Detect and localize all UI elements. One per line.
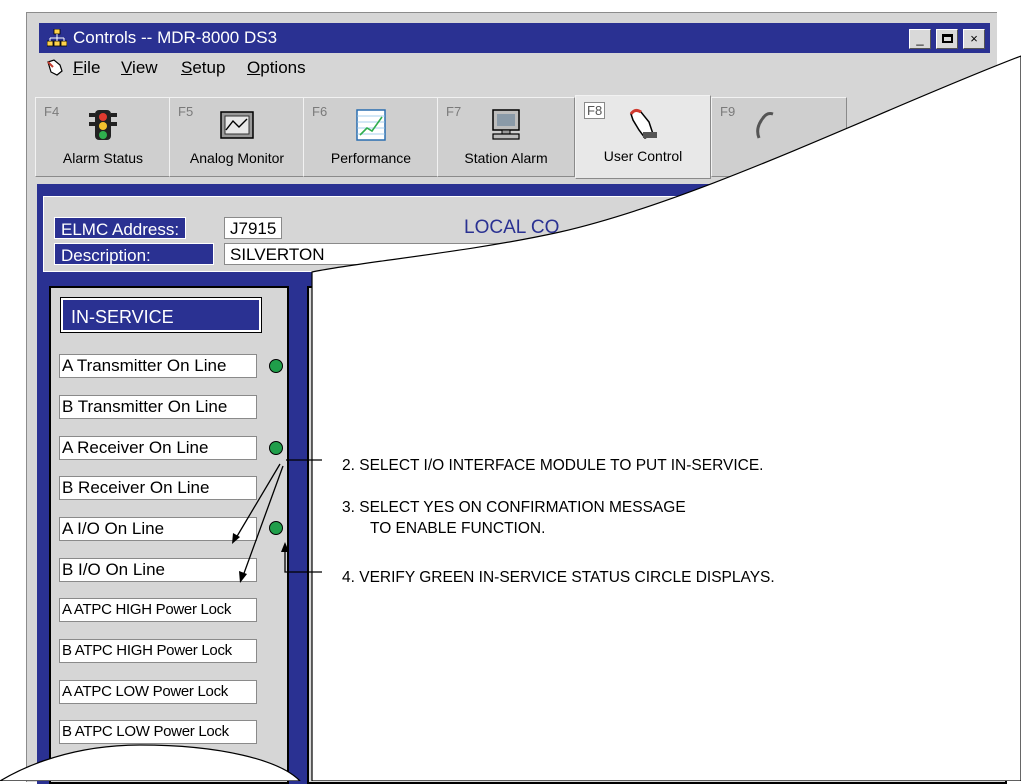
maximize-icon <box>941 34 953 43</box>
menu-options-label: ptions <box>260 58 306 77</box>
in-service-panel: IN-SERVICE A Transmitter On Line B Trans… <box>49 286 289 784</box>
function-tabs: F4 Alarm Status F5 Analog Monitor F6 Per… <box>27 95 997 183</box>
tab-key-label: F7 <box>446 104 462 119</box>
menu-view-mnemonic: V <box>121 58 133 77</box>
tab-alarm-status[interactable]: F4 Alarm Status <box>35 97 171 177</box>
callout-step-3-line2: TO ENABLE FUNCTION. <box>370 520 546 537</box>
status-led-a-receiver <box>269 441 283 455</box>
tab-label: Alarm Status <box>62 150 144 166</box>
network-tree-icon <box>47 29 67 47</box>
controls-panel: ELMC Address: J7915 LOCAL CO Description… <box>37 184 1007 784</box>
tab-user-control[interactable]: F8 User Control <box>575 95 711 179</box>
menu-options-mnemonic: O <box>247 58 261 77</box>
tab-key-label: F9 <box>720 104 736 119</box>
station-header: ELMC Address: J7915 LOCAL CO Description… <box>43 196 999 272</box>
menu-view[interactable]: View <box>121 58 158 78</box>
description-value: SILVERTON <box>224 243 824 265</box>
wrench-icon <box>756 112 774 139</box>
hand-pointer-icon <box>629 108 657 139</box>
close-button[interactable]: × <box>963 29 985 49</box>
minimize-button[interactable]: _ <box>909 29 931 49</box>
close-icon: × <box>970 31 978 46</box>
status-led-a-transmitter <box>269 359 283 373</box>
analog-monitor-icon <box>220 111 254 139</box>
tab-label: User Control <box>603 148 683 164</box>
menu-file[interactable]: File <box>73 58 100 78</box>
minimize-glyph: _ <box>916 31 924 46</box>
hand-pointer-icon <box>47 59 63 76</box>
in-service-b-atpc-low[interactable]: B ATPC LOW Power Lock <box>59 720 257 744</box>
menu-bar: File View Setup Options <box>39 55 989 81</box>
window-title: Controls -- MDR-8000 DS3 <box>73 28 278 47</box>
callout-step-2: 2. SELECT I/O INTERFACE MODULE TO PUT IN… <box>342 457 764 474</box>
tab-analog-monitor[interactable]: F5 Analog Monitor <box>169 97 305 177</box>
tab-key-label: F6 <box>312 104 328 119</box>
in-service-a-transmitter[interactable]: A Transmitter On Line <box>59 354 257 378</box>
menu-options[interactable]: Options <box>247 58 306 78</box>
menu-setup-mnemonic: S <box>181 58 193 77</box>
callout-step-3-line1: 3. SELECT YES ON CONFIRMATION MESSAGE <box>342 499 686 516</box>
in-service-b-atpc-high[interactable]: B ATPC HIGH Power Lock <box>59 639 257 663</box>
callout-step-4: 4. VERIFY GREEN IN-SERVICE STATUS CIRCLE… <box>342 569 775 586</box>
in-service-a-atpc-low[interactable]: A ATPC LOW Power Lock <box>59 680 257 704</box>
tab-label: Station Alarm <box>464 150 548 166</box>
controls-window: Controls -- MDR-8000 DS3 _ × File View S… <box>26 12 1007 784</box>
tab-key-label: F4 <box>44 104 60 119</box>
in-service-b-transmitter[interactable]: B Transmitter On Line <box>59 395 257 419</box>
in-service-header: IN-SERVICE <box>60 297 262 333</box>
in-service-b-io[interactable]: B I/O On Line <box>59 558 257 582</box>
computer-monitor-icon <box>492 109 520 140</box>
tab-key-label: F5 <box>178 104 194 119</box>
in-service-a-io[interactable]: A I/O On Line <box>59 517 257 541</box>
in-service-a-atpc-high[interactable]: A ATPC HIGH Power Lock <box>59 598 257 622</box>
menu-file-mnemonic: F <box>73 58 84 77</box>
traffic-light-icon <box>89 110 117 140</box>
local-control-title: LOCAL CO <box>464 217 560 238</box>
tab-f9[interactable]: F9 <box>711 97 847 177</box>
status-led-b-io <box>269 521 283 535</box>
menu-view-label: iew <box>132 58 158 77</box>
tab-performance[interactable]: F6 Performance <box>303 97 439 177</box>
tab-label: Performance <box>330 150 412 166</box>
elmc-address-label: ELMC Address: <box>54 217 187 239</box>
in-service-b-receiver[interactable]: B Receiver On Line <box>59 476 257 500</box>
tab-key-label: F8 <box>584 102 606 119</box>
in-service-a-receiver[interactable]: A Receiver On Line <box>59 436 257 460</box>
tab-label: Analog Monitor <box>189 150 285 166</box>
elmc-address-value: J7915 <box>224 217 283 239</box>
description-label: Description: <box>54 243 214 265</box>
menu-setup[interactable]: Setup <box>181 58 225 78</box>
menu-setup-label: etup <box>192 58 226 77</box>
tab-station-alarm[interactable]: F7 Station Alarm <box>437 97 575 177</box>
maximize-button[interactable] <box>936 29 958 49</box>
title-bar[interactable]: Controls -- MDR-8000 DS3 _ × <box>39 23 990 53</box>
menu-file-label: ile <box>83 58 101 77</box>
performance-chart-icon <box>356 109 386 141</box>
